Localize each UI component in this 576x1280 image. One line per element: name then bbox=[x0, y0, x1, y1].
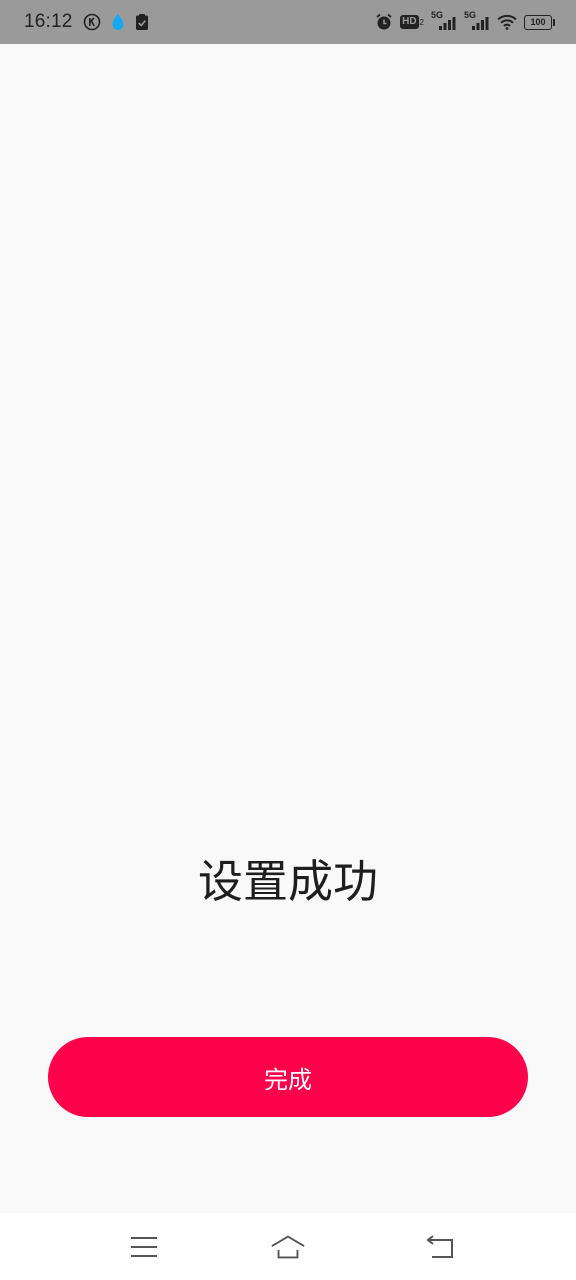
done-button[interactable]: 完成 bbox=[48, 1037, 528, 1117]
alarm-icon bbox=[375, 13, 393, 31]
navigation-bar bbox=[0, 1213, 576, 1280]
clipboard-check-icon bbox=[135, 13, 149, 31]
menu-button[interactable] bbox=[126, 1229, 162, 1265]
home-icon bbox=[271, 1235, 305, 1259]
back-button[interactable] bbox=[422, 1229, 458, 1265]
signal-icon: 5G bbox=[464, 10, 490, 32]
hd-label: HD bbox=[400, 15, 419, 29]
battery-icon: 100 bbox=[524, 14, 555, 30]
hd-sub-label: 2 bbox=[419, 17, 424, 27]
menu-icon bbox=[131, 1237, 157, 1257]
status-right: HD 2 5G 5G 100 bbox=[375, 0, 555, 44]
status-time: 16:12 bbox=[24, 11, 73, 32]
hd-icon: HD 2 bbox=[400, 15, 424, 29]
k-circle-icon bbox=[83, 13, 101, 31]
back-icon bbox=[426, 1235, 453, 1258]
status-left: 16:12 bbox=[24, 0, 149, 44]
signal-icon: 5G bbox=[431, 10, 457, 32]
wifi-icon bbox=[497, 14, 517, 30]
droplet-icon bbox=[111, 13, 125, 31]
home-button[interactable] bbox=[270, 1229, 306, 1265]
page-title: 设置成功 bbox=[197, 855, 378, 908]
status-bar: 16:12 HD 2 5G 5G 100 bbox=[0, 0, 576, 44]
